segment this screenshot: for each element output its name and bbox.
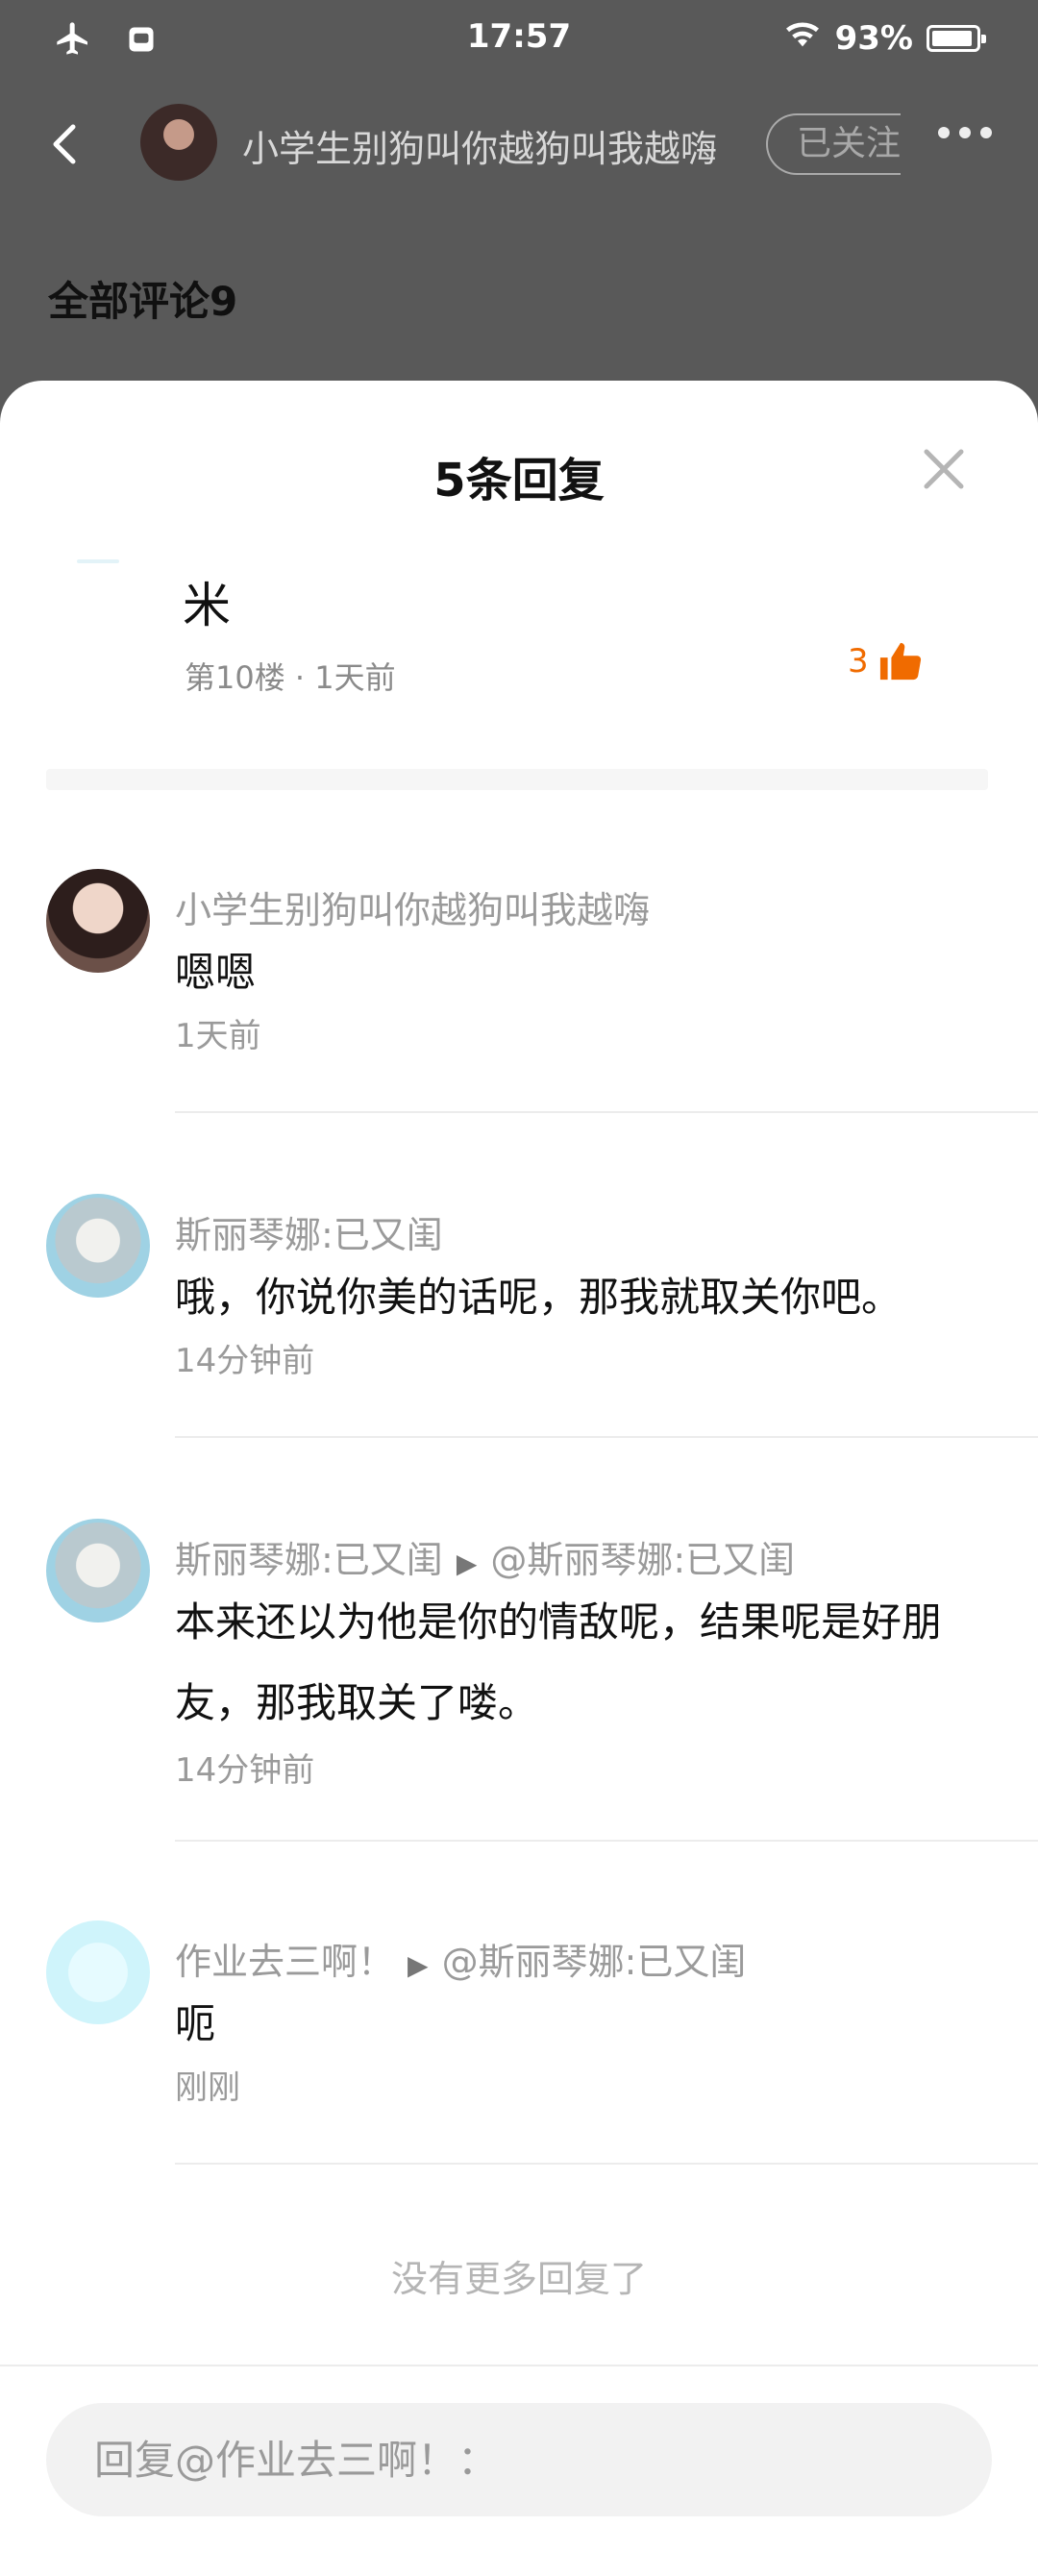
divider (175, 2163, 1038, 2165)
reply-time: 14分钟前 (175, 1751, 315, 1790)
all-comments-heading: 全部评论9 (48, 278, 238, 325)
reply-content[interactable]: 本来还以为他是你的情敌呢，结果呢是好朋友，那我取关了喽。 (175, 1582, 992, 1744)
close-icon (924, 449, 964, 489)
reply-author-line: 斯丽琴娜:已又闺 ▶ @斯丽琴娜:已又闺 (175, 1530, 795, 1583)
reply-author[interactable]: 作业去三啊！ (175, 1941, 394, 1983)
section-divider (46, 769, 988, 790)
status-bar: 17:57 93% (0, 0, 1038, 81)
more-options-button[interactable] (938, 127, 992, 138)
reply-author[interactable]: 小学生别狗叫你越狗叫我越嗨 (175, 880, 650, 933)
reply-input[interactable] (46, 2403, 992, 2516)
replies-sheet: 5条回复 米 第10楼 · 1天前 3 小学生别狗叫你越狗叫我越嗨 嗯嗯 1天前… (0, 381, 1038, 2576)
divider (175, 1436, 1038, 1438)
reply-author-line: 作业去三啊！ ▶ @斯丽琴娜:已又闺 (175, 1932, 746, 1985)
battery-percent: 93% (834, 18, 913, 58)
close-button[interactable] (923, 448, 965, 490)
wifi-icon (783, 17, 822, 59)
reply-content[interactable]: 呃 (175, 1984, 992, 2065)
author-name[interactable]: 小学生别狗叫你越狗叫我越嗨 (242, 119, 717, 172)
divider (175, 1840, 1038, 1842)
like-count: 3 (848, 642, 869, 681)
avatar[interactable] (46, 1194, 150, 1298)
input-divider (0, 2365, 1038, 2366)
follow-button[interactable]: 已关注 (766, 113, 901, 175)
battery-icon (927, 24, 986, 52)
reply-to-mention[interactable]: @斯丽琴娜:已又闺 (490, 1539, 795, 1581)
parent-comment-meta: 第10楼 · 1天前 (185, 659, 396, 696)
divider (175, 1111, 1038, 1113)
thumbs-up-icon (879, 642, 921, 681)
avatar[interactable] (46, 1519, 150, 1622)
reply-author[interactable]: 斯丽琴娜:已又闺 (175, 1539, 443, 1581)
reply-content[interactable]: 哦，你说你美的话呢，那我就取关你吧。 (175, 1257, 992, 1338)
avatar[interactable] (46, 869, 150, 973)
parent-comment-text: 米 (183, 578, 231, 633)
sheet-title: 5条回复 (433, 454, 605, 508)
parent-avatar-edge (77, 559, 119, 563)
reply-time: 14分钟前 (175, 1342, 315, 1380)
reply-to-mention[interactable]: @斯丽琴娜:已又闺 (442, 1941, 747, 1983)
more-dots-icon (938, 127, 950, 138)
reply-arrow-icon: ▶ (456, 1548, 478, 1579)
author-avatar[interactable] (140, 104, 217, 181)
reply-author[interactable]: 斯丽琴娜:已又闺 (175, 1205, 443, 1258)
back-button[interactable] (44, 123, 86, 165)
chevron-left-icon (53, 124, 76, 164)
reply-time: 刚刚 (175, 2068, 240, 2107)
reply-content[interactable]: 嗯嗯 (175, 932, 992, 1013)
avatar[interactable] (46, 1920, 150, 2024)
post-header: 小学生别狗叫你越狗叫我越嗨 已关注 (0, 96, 1038, 192)
reply-arrow-icon: ▶ (408, 1949, 429, 1981)
like-button[interactable]: 3 (848, 640, 923, 682)
reply-time: 1天前 (175, 1017, 261, 1055)
no-more-replies: 没有更多回复了 (390, 2258, 647, 2300)
